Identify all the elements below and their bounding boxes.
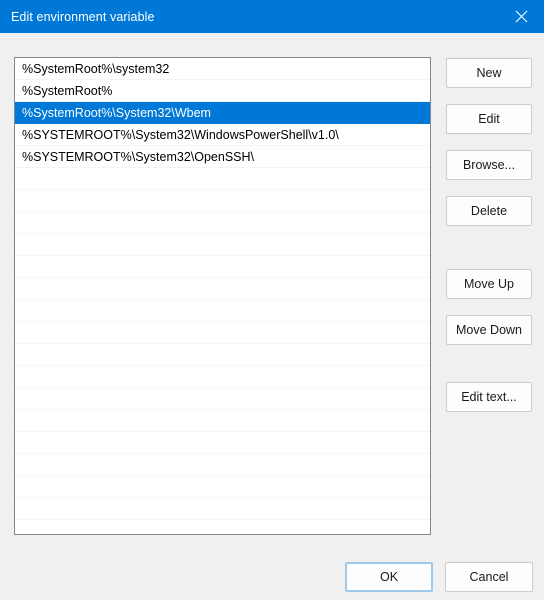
list-empty-row[interactable]: [15, 212, 430, 234]
move-up-button[interactable]: Move Up: [446, 269, 532, 299]
new-button[interactable]: New: [446, 58, 532, 88]
browse-button[interactable]: Browse...: [446, 150, 532, 180]
close-button[interactable]: [498, 0, 544, 33]
list-empty-row[interactable]: [15, 476, 430, 498]
edit-button[interactable]: Edit: [446, 104, 532, 134]
list-empty-row[interactable]: [15, 498, 430, 520]
list-empty-row[interactable]: [15, 168, 430, 190]
list-item[interactable]: %SYSTEMROOT%\System32\WindowsPowerShell\…: [15, 124, 430, 146]
delete-button[interactable]: Delete: [446, 196, 532, 226]
cancel-button[interactable]: Cancel: [445, 562, 533, 592]
path-list: %SystemRoot%\system32 %SystemRoot% %System…: [15, 58, 430, 520]
list-empty-row[interactable]: [15, 432, 430, 454]
list-item[interactable]: %SYSTEMROOT%\System32\OpenSSH\: [15, 146, 430, 168]
list-empty-row[interactable]: [15, 454, 430, 476]
move-down-button[interactable]: Move Down: [446, 315, 532, 345]
list-item[interactable]: %SystemRoot%: [15, 80, 430, 102]
window-title: Edit environment variable: [11, 9, 155, 24]
list-empty-row[interactable]: [15, 366, 430, 388]
list-empty-row[interactable]: [15, 256, 430, 278]
list-empty-row[interactable]: [15, 190, 430, 212]
edit-text-button[interactable]: Edit text...: [446, 382, 532, 412]
list-empty-row[interactable]: [15, 388, 430, 410]
list-empty-row[interactable]: [15, 410, 430, 432]
list-item[interactable]: %SystemRoot%\System32\Wbem: [15, 102, 430, 124]
list-empty-row[interactable]: [15, 234, 430, 256]
list-empty-row[interactable]: [15, 300, 430, 322]
list-item[interactable]: %SystemRoot%\system32: [15, 58, 430, 80]
path-listbox[interactable]: %SystemRoot%\system32 %SystemRoot% %System…: [14, 57, 431, 535]
list-empty-row[interactable]: [15, 278, 430, 300]
close-icon: [515, 10, 528, 23]
list-empty-row[interactable]: [15, 322, 430, 344]
ok-button[interactable]: OK: [345, 562, 433, 592]
title-bar[interactable]: Edit environment variable: [0, 0, 544, 33]
list-empty-row[interactable]: [15, 344, 430, 366]
dialog-body: %SystemRoot%\system32 %SystemRoot% %System…: [0, 33, 544, 600]
